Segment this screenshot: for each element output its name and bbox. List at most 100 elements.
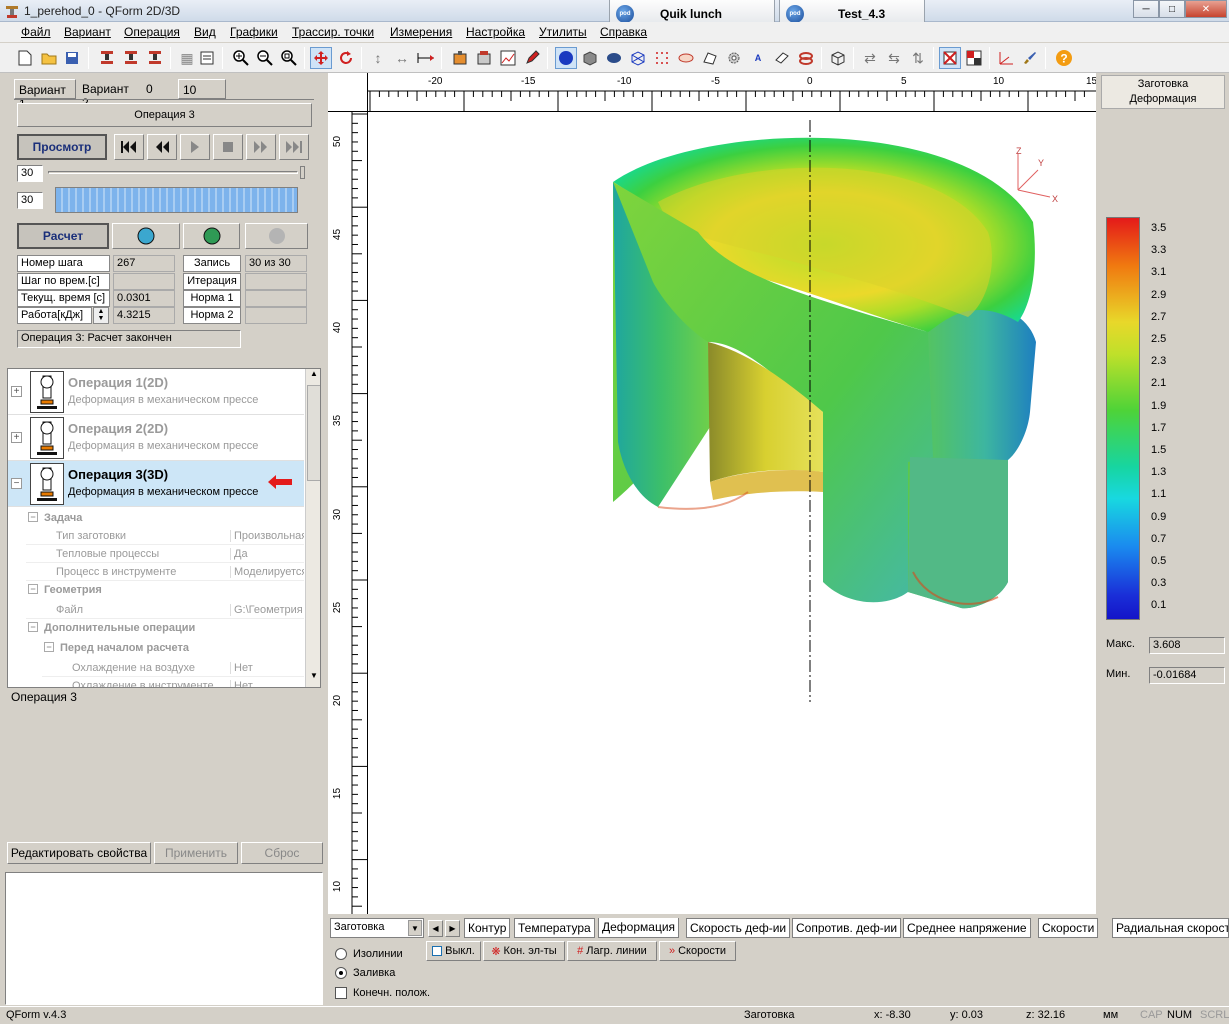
operation-1-item[interactable]: + Операция 1(2D) Деформация в механическ… — [8, 369, 304, 415]
menu-measurements[interactable]: Измерения — [390, 25, 452, 39]
rotate-icon[interactable] — [335, 47, 357, 69]
tabs-scroll-right[interactable]: ▶ — [445, 920, 460, 937]
first-frame-button[interactable] — [114, 134, 144, 160]
new-file-icon[interactable] — [14, 47, 36, 69]
measure-horizontal-icon[interactable]: ↔ — [391, 47, 413, 69]
prop-file[interactable]: Файл G:\Геометрия — [26, 601, 304, 619]
tab-mean-stress[interactable]: Среднее напряжение — [903, 918, 1031, 938]
menu-view[interactable]: Вид — [194, 25, 216, 39]
radio-fill[interactable] — [335, 967, 347, 979]
edit-properties-button[interactable]: Редактировать свойства — [7, 842, 151, 864]
velocities-button[interactable]: » Скорости — [659, 941, 736, 961]
slider1-thumb[interactable] — [300, 166, 305, 179]
mesh-icon[interactable] — [627, 47, 649, 69]
book-icon[interactable] — [196, 47, 218, 69]
menu-operation[interactable]: Операция — [124, 25, 180, 39]
tree-scrollbar[interactable]: ▲ ▼ — [305, 369, 320, 687]
menu-settings[interactable]: Настройка — [466, 25, 525, 39]
work-spinner[interactable]: ▲ ▼ — [93, 307, 109, 324]
surface-icon[interactable] — [699, 47, 721, 69]
workpiece-icon[interactable] — [449, 47, 471, 69]
calc-button[interactable]: Расчет — [17, 223, 109, 249]
group-geometry[interactable]: − Геометрия — [26, 581, 304, 601]
menu-help[interactable]: Справка — [600, 25, 647, 39]
ring-icon[interactable] — [795, 47, 817, 69]
calc-green-button[interactable] — [183, 223, 240, 249]
off-button[interactable]: Выкл. — [426, 941, 481, 961]
collapse-icon[interactable]: − — [11, 478, 22, 489]
calc-disabled-icon[interactable]: ▦ — [176, 47, 198, 69]
disc-icon[interactable] — [675, 47, 697, 69]
cube-icon[interactable] — [579, 47, 601, 69]
preview-button[interactable]: Просмотр — [17, 134, 107, 160]
prop-air-cooling[interactable]: Охлаждение на воздухе Нет — [42, 659, 304, 677]
tab-contour[interactable]: Контур — [464, 918, 511, 938]
prop-blank-type[interactable]: Тип заготовки Произвольная — [26, 527, 304, 545]
cylinder-icon[interactable] — [603, 47, 625, 69]
save-icon[interactable] — [61, 47, 83, 69]
slider2-value[interactable]: 30 — [17, 192, 43, 209]
scroll-up-icon[interactable]: ▲ — [307, 369, 320, 383]
calc-blue-button[interactable] — [112, 223, 180, 249]
apply-button[interactable]: Применить — [154, 842, 238, 864]
prop-tool-cooling[interactable]: Охлаждение в инструменте Нет — [42, 677, 304, 687]
open-folder-icon[interactable] — [38, 47, 60, 69]
mirror-1-icon[interactable]: ⇄ — [859, 47, 881, 69]
prop-thermal[interactable]: Тепловые процессы Да — [26, 545, 304, 563]
help-icon[interactable]: ? — [1053, 47, 1075, 69]
scroll-down-icon[interactable]: ▼ — [307, 671, 320, 685]
mirror-2-icon[interactable]: ⇆ — [883, 47, 905, 69]
lagrange-lines-button[interactable]: # Лагр. линии — [567, 941, 657, 961]
operation-2-item[interactable]: + Операция 2(2D) Деформация в механическ… — [8, 415, 304, 461]
menu-charts[interactable]: Графики — [230, 25, 278, 39]
zoom-window-icon[interactable] — [278, 47, 300, 69]
menu-trace-points[interactable]: Трассир. точки — [292, 25, 374, 39]
3d-viewport[interactable]: Z Y X — [368, 112, 1096, 914]
gear-icon[interactable] — [723, 47, 745, 69]
calc-gray-button[interactable] — [245, 223, 308, 249]
last-frame-button[interactable] — [279, 134, 309, 160]
tab-deformation[interactable]: Деформация — [598, 918, 680, 938]
grid-icon[interactable] — [963, 47, 985, 69]
zoom-in-icon[interactable] — [230, 47, 252, 69]
rewind-button[interactable] — [147, 134, 177, 160]
close-button[interactable]: ✕ — [1185, 0, 1227, 18]
menu-variant[interactable]: Вариант — [64, 25, 111, 39]
mirror-3-icon[interactable]: ⇅ — [907, 47, 929, 69]
menu-utilities[interactable]: Утилиты — [539, 25, 587, 39]
scroll-thumb[interactable] — [307, 385, 320, 481]
fast-forward-button[interactable] — [246, 134, 276, 160]
prop-tool-process[interactable]: Процесс в инструменте Моделируется — [26, 563, 304, 581]
shade-icon[interactable] — [555, 47, 577, 69]
minimize-button[interactable]: ─ — [1133, 0, 1159, 18]
play-button[interactable] — [180, 134, 210, 160]
group-task[interactable]: − Задача — [26, 509, 304, 529]
operation-3-item[interactable]: − Операция 3(3D) Деформация в механическ… — [8, 461, 304, 507]
maximize-button[interactable]: □ — [1159, 0, 1185, 18]
tab-strain-rate[interactable]: Скорость деф-ии — [686, 918, 791, 938]
pan-icon[interactable] — [310, 47, 332, 69]
tab-flow-stress[interactable]: Сопротив. деф-ии — [792, 918, 902, 938]
tab-variant-1[interactable]: Вариант 1 — [14, 79, 76, 111]
workpiece-model[interactable] — [368, 112, 1096, 914]
brush-icon[interactable] — [1019, 47, 1041, 69]
group-additional[interactable]: − Дополнительные операции — [26, 619, 304, 639]
pen-icon[interactable] — [521, 47, 543, 69]
tabs-scroll-left[interactable]: ◀ — [428, 920, 443, 937]
cube-outline-icon[interactable] — [827, 47, 849, 69]
expand-icon[interactable]: + — [11, 432, 22, 443]
tab-10[interactable]: 10 — [178, 79, 226, 99]
tab-0[interactable]: 0 — [142, 79, 172, 99]
zoom-out-icon[interactable] — [254, 47, 276, 69]
tab-radial-velocity[interactable]: Радиальная скорость — [1112, 918, 1229, 938]
tab-velocities[interactable]: Скорости — [1038, 918, 1099, 938]
node-icon[interactable]: A — [747, 47, 769, 69]
object-select[interactable]: Заготовка ▼ — [330, 918, 424, 938]
radio-isolines[interactable] — [335, 948, 347, 960]
final-position-checkbox[interactable] — [335, 987, 347, 999]
measure-distance-icon[interactable] — [415, 47, 437, 69]
tool-middle-icon[interactable] — [120, 47, 142, 69]
operation-button[interactable]: Операция 3 — [17, 103, 312, 127]
stop-button[interactable] — [213, 134, 243, 160]
slider1-value[interactable]: 30 — [17, 165, 43, 182]
